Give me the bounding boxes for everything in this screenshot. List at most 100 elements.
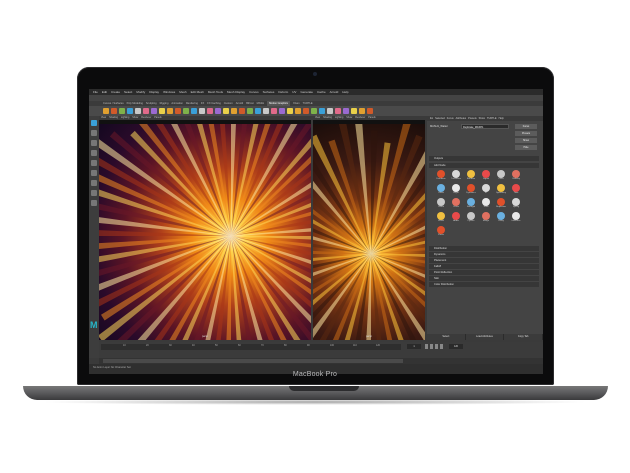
shelf-tool-icon[interactable] <box>207 108 213 114</box>
tool-icon[interactable] <box>91 170 97 176</box>
node-color[interactable]: Color <box>495 170 507 180</box>
shelf-tool-icon[interactable] <box>175 108 181 114</box>
timeline-ruler[interactable]: 10 20 30 40 50 60 70 80 90 100 110 120 <box>101 344 401 350</box>
shelf-tool-icon[interactable] <box>367 108 373 114</box>
node-strength[interactable]: Strength <box>465 198 477 208</box>
attr-focus-button[interactable]: Focus <box>515 124 537 129</box>
attr-tab-list[interactable]: list <box>430 116 433 121</box>
section-dynamics[interactable]: Dynamics <box>429 252 539 257</box>
shelf-tool-icon[interactable] <box>247 108 253 114</box>
range-bar[interactable] <box>103 359 403 363</box>
node-orient[interactable]: Orient <box>435 198 447 208</box>
section-placement[interactable]: Placement <box>429 258 539 263</box>
tool-icon[interactable] <box>91 150 97 156</box>
node-offset[interactable]: Offset <box>435 184 447 194</box>
node-python[interactable]: Python <box>465 212 477 222</box>
shelf-tool-icon[interactable] <box>359 108 365 114</box>
section-point-reflection[interactable]: Point Reflection <box>429 270 539 275</box>
shelf-tool-icon[interactable] <box>295 108 301 114</box>
attr-load-attributes-button[interactable]: Load Attributes <box>466 334 505 340</box>
node-trails[interactable]: Trails <box>480 198 492 208</box>
node-visibility[interactable]: Visibility <box>510 170 522 180</box>
node-flight[interactable]: Flight <box>450 184 462 194</box>
shelf-tool-icon[interactable] <box>215 108 221 114</box>
node-influence[interactable]: Influence <box>510 212 522 222</box>
shelf-tool-icon[interactable] <box>191 108 197 114</box>
tool-icon[interactable] <box>91 180 97 186</box>
attr-show-button[interactable]: Show <box>515 138 537 143</box>
attr-tab-attributes[interactable]: Attributes <box>456 116 467 121</box>
node-spring[interactable]: Spring <box>510 198 522 208</box>
node-signal[interactable]: Signal <box>480 170 492 180</box>
shelf-tool-icon[interactable] <box>335 108 341 114</box>
attr-tab-selected[interactable]: Selected <box>435 116 445 121</box>
shelf-tool-icon[interactable] <box>231 108 237 114</box>
tool-icon[interactable] <box>91 120 97 126</box>
shelf-tool-icon[interactable] <box>327 108 333 114</box>
shelf-tool-icon[interactable] <box>119 108 125 114</box>
node-replicator[interactable]: Replicator <box>495 198 507 208</box>
shelf-tool-icon[interactable] <box>263 108 269 114</box>
attr-hide-button[interactable]: Hide <box>515 145 537 150</box>
shelf-tool-icon[interactable] <box>303 108 309 114</box>
attr-tab-show[interactable]: Show <box>479 116 485 121</box>
viewport-menu-view[interactable]: View <box>315 116 320 120</box>
viewport-menu-lighting[interactable]: Lighting <box>335 116 343 120</box>
node-placer[interactable]: Placer <box>435 226 447 236</box>
node-transform[interactable]: Transform <box>450 170 462 180</box>
viewport-menu-panels[interactable]: Panels <box>154 116 161 120</box>
tool-icon[interactable] <box>91 130 97 136</box>
node-delay[interactable]: Delay <box>495 212 507 222</box>
section-color-distribution[interactable]: Color Distribution <box>429 282 539 287</box>
play-back-button[interactable] <box>425 344 428 349</box>
shelf-tool-icon[interactable] <box>111 108 117 114</box>
step-forward-button[interactable] <box>440 344 443 349</box>
shelf-tool-icon[interactable] <box>199 108 205 114</box>
shelf-tool-icon[interactable] <box>135 108 141 114</box>
node-time[interactable]: Time <box>510 184 522 194</box>
section-skin[interactable]: Skin <box>429 276 539 281</box>
play-button[interactable] <box>435 344 438 349</box>
section-add-node[interactable]: Add Node <box>429 163 539 168</box>
node-id[interactable]: ID <box>480 184 492 194</box>
viewport-menu-renderer[interactable]: Renderer <box>141 116 151 120</box>
shelf-tool-icon[interactable] <box>311 108 317 114</box>
viewport-menu-panels[interactable]: Panels <box>368 116 375 120</box>
shelf-tool-icon[interactable] <box>167 108 173 114</box>
attr-tab-focus[interactable]: Focus <box>447 116 454 121</box>
viewport-menu-shading[interactable]: Shading <box>109 116 118 120</box>
shelf-tool-icon[interactable] <box>279 108 285 114</box>
right-viewport[interactable]: View Shading Lighting Show Renderer Panels pe… <box>313 116 425 340</box>
tool-icon[interactable] <box>91 200 97 206</box>
shelf-tool-icon[interactable] <box>271 108 277 114</box>
viewport-menu-show[interactable]: Show <box>132 116 138 120</box>
node-random[interactable]: Random <box>465 170 477 180</box>
attr-select-button[interactable]: Select <box>427 334 466 340</box>
node-audio[interactable]: Audio <box>450 212 462 222</box>
current-frame-field[interactable]: 1 <box>407 344 421 349</box>
viewport-menu-view[interactable]: View <box>101 116 106 120</box>
attr-node-field[interactable]: Duplicate_MASH1 <box>461 124 509 129</box>
shelf-tool-icon[interactable] <box>239 108 245 114</box>
node-dynamics[interactable]: Dynamics <box>465 184 477 194</box>
tool-icon[interactable] <box>91 140 97 146</box>
shelf-tool-icon[interactable] <box>351 108 357 114</box>
shelf-tool-icon[interactable] <box>287 108 293 114</box>
time-slider[interactable]: 10 20 30 40 50 60 70 80 90 100 110 120 1 120 <box>99 342 543 358</box>
tool-icon[interactable] <box>91 190 97 196</box>
step-back-button[interactable] <box>430 344 433 349</box>
node-distribute[interactable]: Distribute <box>435 170 447 180</box>
viewport-menu-lighting[interactable]: Lighting <box>121 116 129 120</box>
viewport-menu-show[interactable]: Show <box>346 116 352 120</box>
attr-presets-button[interactable]: Presets <box>515 131 537 136</box>
section-distribution[interactable]: Distribution <box>429 246 539 251</box>
viewport-menu-renderer[interactable]: Renderer <box>355 116 365 120</box>
section-outputs[interactable]: Outputs <box>429 156 539 161</box>
shelf-tool-icon[interactable] <box>343 108 349 114</box>
node-world[interactable]: World <box>435 212 447 222</box>
left-viewport[interactable]: View Shading Lighting Show Renderer Panels pe… <box>99 116 311 340</box>
attr-tab-presets[interactable]: Presets <box>468 116 476 121</box>
tool-icon[interactable] <box>91 160 97 166</box>
shelf-tool-icon[interactable] <box>127 108 133 114</box>
shelf-tool-icon[interactable] <box>223 108 229 114</box>
